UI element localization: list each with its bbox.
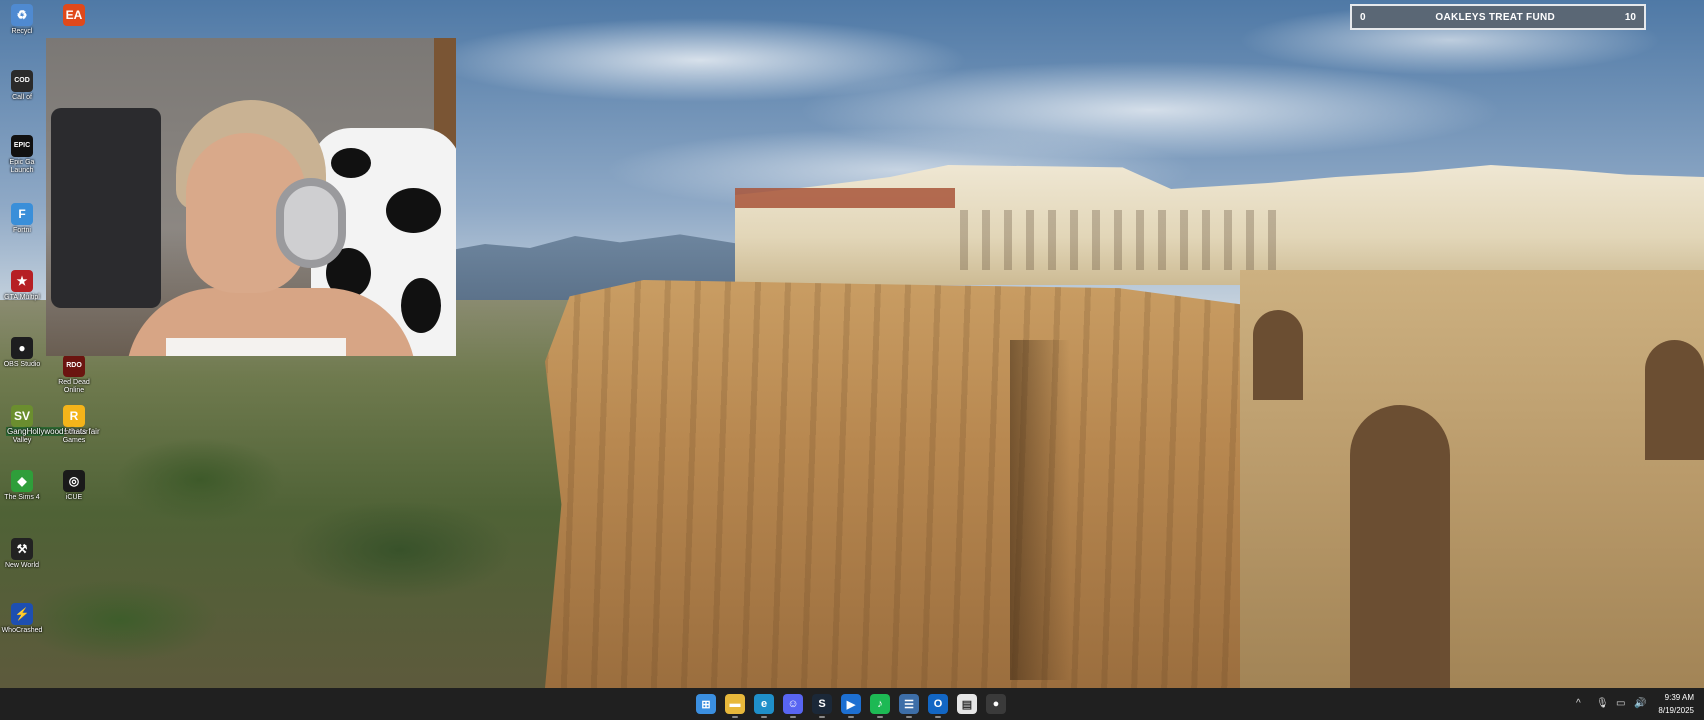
taskbar-outlook-icon[interactable]: O xyxy=(928,694,948,718)
taskbar-start-icon[interactable]: ⊞ xyxy=(696,694,716,714)
bridge-arch-right xyxy=(1645,340,1704,460)
desktop-icon-new-world[interactable]: ⚒ New World xyxy=(0,538,44,570)
epic-games-icon: EPIC xyxy=(11,135,33,157)
desktop-icon-label: Call of xyxy=(12,94,32,101)
taskbar-obs-icon[interactable]: ● xyxy=(986,694,1006,714)
cow-spot xyxy=(401,278,441,333)
recycle-bin-icon: ♻ xyxy=(11,4,33,26)
running-indicator xyxy=(906,716,912,718)
steam-glyph: S xyxy=(818,698,826,710)
wallpaper-town-windows xyxy=(960,210,1290,270)
stream-goal-bar: 0 OAKLEYS TREAT FUND 10 xyxy=(1350,4,1646,30)
desktop-icon-red-dead-online[interactable]: RDO Red Dead Online xyxy=(52,355,96,395)
taskbar-edge-icon[interactable]: e xyxy=(754,694,774,718)
taskbar-file-explorer-icon[interactable]: ▬ xyxy=(725,694,745,718)
gta-icon: ★ xyxy=(11,270,33,292)
chat-username: GangHollywood xyxy=(6,427,65,436)
desktop-icon-fortnite[interactable]: F Fortni xyxy=(0,203,44,235)
discord-glyph: ☺ xyxy=(787,698,799,710)
taskbar-steam-icon[interactable]: S xyxy=(812,694,832,718)
call-of-duty-icon: COD xyxy=(11,70,33,92)
running-indicator xyxy=(761,716,767,718)
new-world-icon: ⚒ xyxy=(11,538,33,560)
taskbar-media-player-icon[interactable]: ▶ xyxy=(841,694,861,718)
desktop-icon-label: Red Dead Online xyxy=(58,379,90,394)
desktop-icon-icue[interactable]: ◎ iCUE xyxy=(52,470,96,502)
running-indicator xyxy=(732,716,738,718)
desktop-icon-recycle-bin[interactable]: ♻ Recycl xyxy=(0,4,44,36)
chat-message-text: ! thats fair xyxy=(64,427,100,436)
goal-title: OAKLEYS TREAT FUND xyxy=(1435,11,1556,23)
desktop-icon-label: Recycl xyxy=(11,28,33,35)
webcam-overlay xyxy=(46,38,456,356)
fortnite-icon: F xyxy=(11,203,33,225)
bridge-arch-small xyxy=(1253,310,1303,400)
desktop-icon-label: Epic Ga Launch xyxy=(9,159,35,174)
taskbar-spotify-icon[interactable]: ♪ xyxy=(870,694,890,718)
file-explorer-glyph: ▬ xyxy=(729,698,741,710)
headphones xyxy=(276,178,346,268)
desktop-icon-stardew-valley[interactable]: SVStardew Valley xyxy=(0,405,44,445)
desktop-icon-label: GTA Multipl xyxy=(4,294,40,301)
cow-spot xyxy=(386,188,441,233)
microphone-icon[interactable]: 🎙 xyxy=(1596,698,1609,709)
red-dead-online-icon: RDO xyxy=(63,355,85,377)
goal-target: 10 xyxy=(1624,11,1636,23)
clock-date: 8/19/2025 xyxy=(1658,706,1694,715)
taskbar-task-app-icon[interactable]: ☰ xyxy=(899,694,919,718)
running-indicator xyxy=(877,716,883,718)
desktop-icon-epic-games[interactable]: EPIC Epic Ga Launch xyxy=(0,135,44,175)
rockstar-icon: R xyxy=(63,405,85,427)
desktop-icon-gta[interactable]: ★ GTA Multipl xyxy=(0,270,44,302)
system-clock[interactable]: 9:39 AM 8/19/2025 xyxy=(1658,691,1694,717)
tray-overflow-chevron-icon[interactable]: ^ xyxy=(1576,698,1581,709)
bridge-arch xyxy=(1350,405,1450,688)
desktop-icon-obs-studio[interactable]: ● OBS Studio xyxy=(0,337,44,369)
start-glyph: ⊞ xyxy=(701,698,711,711)
running-indicator xyxy=(819,716,825,718)
icue-icon: ◎ xyxy=(63,470,85,492)
desktop-icon-call-of-duty[interactable]: COD Call of xyxy=(0,70,44,102)
task-app-glyph: ☰ xyxy=(904,698,914,711)
network-icon[interactable]: ▭ xyxy=(1616,698,1625,709)
desktop-icon-label: The Sims 4 xyxy=(4,494,40,501)
obs-studio-icon: ● xyxy=(11,337,33,359)
desktop-icon-label: iCUE xyxy=(65,494,83,501)
chat-overlay-message: GangHollywood! thats fair xyxy=(6,427,116,436)
desktop-icon-sims-4[interactable]: ◆ The Sims 4 xyxy=(0,470,44,502)
taskbar: ⊞ ▬ e ☺ S ▶ ♪ ☰ O ▤ ● ^ 🎙 ▭ 🔊 9:39 AM 8/19/2025 xyxy=(0,688,1704,720)
obs-glyph: ● xyxy=(992,698,1000,710)
cow-spot xyxy=(331,148,371,178)
wallpaper-cliff-shadow xyxy=(1010,340,1070,680)
outlook-glyph: O xyxy=(933,698,943,710)
wallpaper-bridge xyxy=(1240,270,1704,688)
sims-4-icon: ◆ xyxy=(11,470,33,492)
taskbar-discord-icon[interactable]: ☺ xyxy=(783,694,803,718)
running-indicator xyxy=(790,716,796,718)
desktop-icon-whocrashed[interactable]: ⚡ WhoCrashed xyxy=(0,603,44,635)
desktop-icon-label: WhoCrashed xyxy=(1,627,43,634)
clock-time: 9:39 AM xyxy=(1664,693,1694,702)
whocrashed-icon: ⚡ xyxy=(11,603,33,625)
wallpaper-roof xyxy=(735,188,955,208)
taskbar-notepad-icon[interactable]: ▤ xyxy=(957,694,977,714)
webcam-gaming-chair xyxy=(51,108,161,308)
desktop-icon-label: OBS Studio xyxy=(3,361,41,368)
running-indicator xyxy=(935,716,941,718)
desktop-icon-label: New World xyxy=(4,562,40,569)
volume-icon[interactable]: 🔊 xyxy=(1634,698,1646,709)
media-player-glyph: ▶ xyxy=(846,698,856,711)
desktop-icon-label: Fortni xyxy=(13,227,31,234)
edge-glyph: e xyxy=(760,698,768,710)
notepad-glyph: ▤ xyxy=(961,698,973,711)
webcam-person-top xyxy=(166,338,346,356)
running-indicator xyxy=(848,716,854,718)
desktop-icon-rockstar[interactable]: R Rockstar Games xyxy=(52,405,96,445)
ea-icon: EA xyxy=(63,4,85,26)
desktop-icon-ea[interactable]: EA xyxy=(52,4,96,28)
spotify-glyph: ♪ xyxy=(877,698,883,710)
stardew-valley-icon: SV xyxy=(11,405,33,427)
goal-current: 0 xyxy=(1360,11,1366,23)
